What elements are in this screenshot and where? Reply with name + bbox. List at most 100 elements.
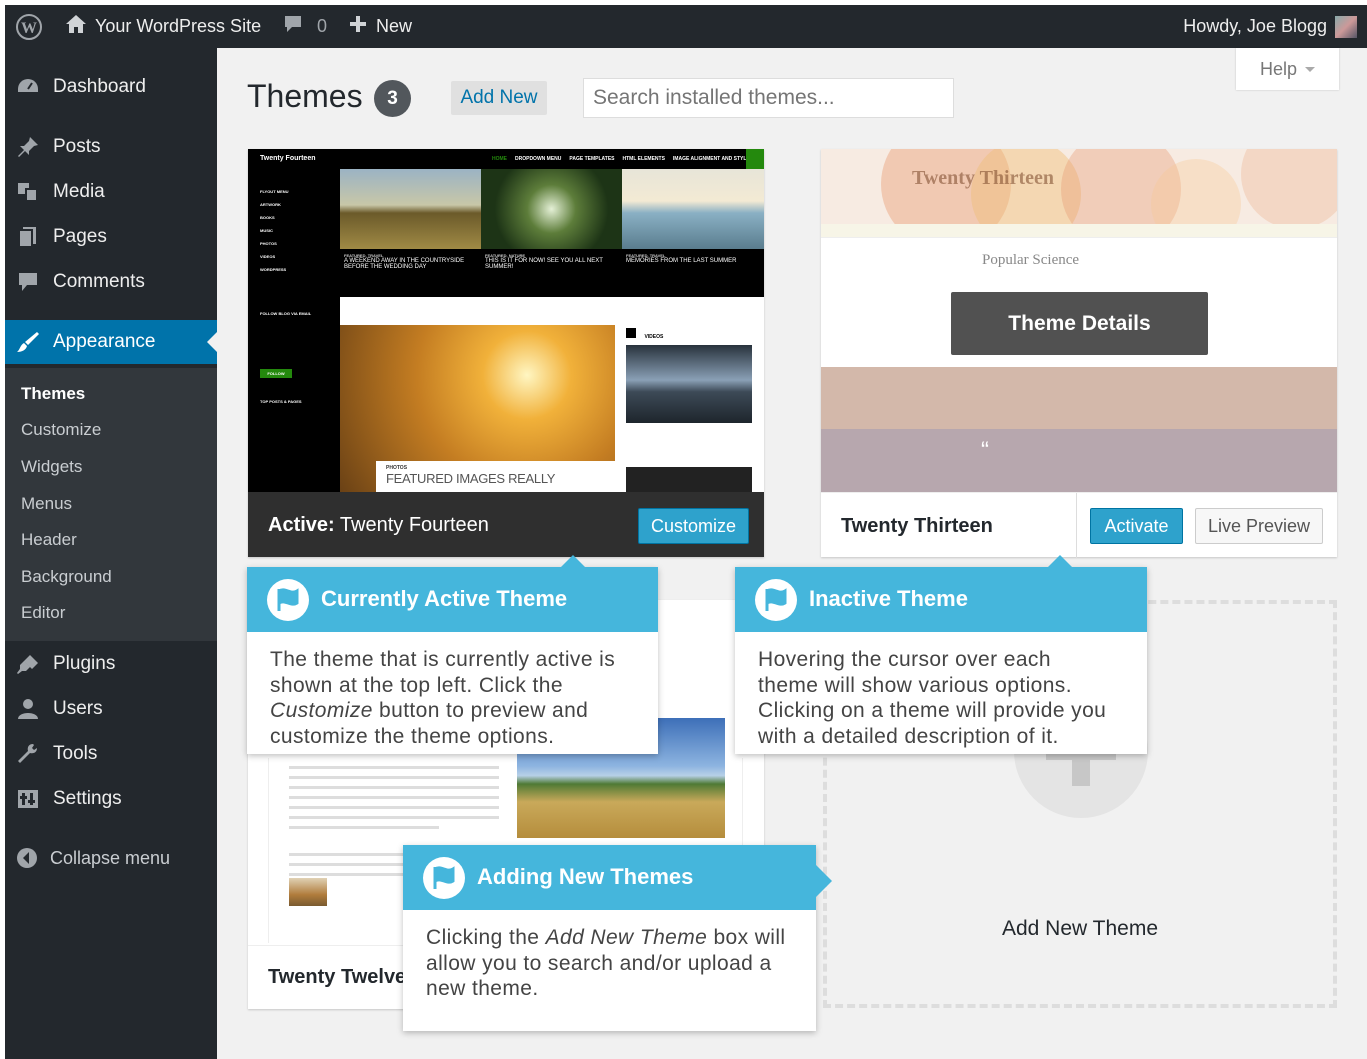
customize-button[interactable]: Customize bbox=[638, 508, 749, 544]
activate-button[interactable]: Activate bbox=[1090, 508, 1183, 544]
preview-side-item: WORDPRESS bbox=[260, 267, 287, 272]
callout-line: new theme. bbox=[426, 977, 539, 1000]
preview-post-strip: FEATURED, TRAVEL A WEEKEND AWAY IN THE CO… bbox=[340, 249, 764, 297]
preview-photo-pier bbox=[622, 169, 764, 249]
sidebar-item-label: Dashboard bbox=[53, 76, 146, 97]
preview-side-menu: FLYOUT MENU ARTWORK BOOKS MUSIC PHOTOS V… bbox=[248, 169, 340, 492]
active-theme-screenshot: Twenty Fourteen HOME DROPDOWN MENU PAGE … bbox=[248, 149, 764, 492]
callout-line: allow you to search and/or upload a bbox=[426, 951, 772, 975]
callout-pointer bbox=[816, 865, 832, 897]
wordpress-logo-icon[interactable]: W bbox=[15, 5, 43, 48]
callout-line: The theme that is currently active is bbox=[270, 648, 616, 671]
flag-icon bbox=[267, 579, 309, 621]
search-themes-input[interactable] bbox=[583, 78, 954, 118]
add-new-button[interactable]: Add New bbox=[451, 81, 547, 115]
callout-pointer bbox=[561, 555, 585, 567]
sidebar-item-comments[interactable]: Comments bbox=[5, 260, 217, 304]
inactive-theme-card[interactable]: Twenty Thirteen Popular Science “ Theme … bbox=[821, 149, 1337, 558]
preview-post-title: Popular Science bbox=[982, 252, 1080, 268]
submenu-item-menus[interactable]: Menus bbox=[21, 494, 72, 514]
submenu-item-widgets[interactable]: Widgets bbox=[21, 457, 82, 477]
sidebar-item-plugins[interactable]: Plugins bbox=[5, 642, 217, 686]
sidebar-item-media[interactable]: Media bbox=[5, 170, 217, 214]
submenu-item-header[interactable]: Header bbox=[21, 530, 77, 550]
sidebar-item-settings[interactable]: Settings bbox=[5, 777, 217, 821]
preview-videos-header: VIDEOS bbox=[626, 325, 752, 340]
site-name-link[interactable]: Your WordPress Site bbox=[65, 5, 261, 48]
users-icon bbox=[16, 698, 40, 720]
preview-search-icon bbox=[746, 149, 764, 169]
preview-post-title: THIS IS IT FOR NOW! SEE YOU ALL NEXT SUM… bbox=[485, 258, 603, 270]
submenu-item-themes[interactable]: Themes bbox=[21, 384, 85, 404]
preview-site-title: Twenty Thirteen bbox=[912, 167, 1055, 189]
preview-nav-item: HTML ELEMENTS bbox=[622, 156, 665, 162]
callout-line: theme will show various options. bbox=[758, 673, 1072, 697]
preview-nav-item: PAGE TEMPLATES bbox=[569, 156, 615, 162]
inactive-theme-footer: Twenty Thirteen Activate Live Preview bbox=[821, 492, 1337, 558]
preview-side-item: VIDEOS bbox=[260, 254, 276, 259]
active-theme-card[interactable]: Twenty Fourteen HOME DROPDOWN MENU PAGE … bbox=[248, 149, 764, 557]
quote-icon: “ bbox=[981, 437, 989, 464]
sidebar-item-pages[interactable]: Pages bbox=[5, 215, 217, 259]
media-icon bbox=[16, 181, 40, 203]
active-theme-footer: Active: Twenty Fourteen Customize bbox=[248, 492, 764, 557]
submenu-item-customize[interactable]: Customize bbox=[21, 420, 101, 440]
comment-icon bbox=[16, 271, 40, 293]
callout-line: with a detailed description of it. bbox=[758, 724, 1059, 748]
wordpress-window: W Your WordPress Site 0 New Howdy, Joe B… bbox=[5, 5, 1367, 1059]
site-name: Your WordPress Site bbox=[95, 16, 262, 36]
preview-nav-item: HOME bbox=[492, 156, 507, 162]
sidebar-item-users[interactable]: Users bbox=[5, 687, 217, 731]
wrench-icon bbox=[16, 743, 40, 765]
preview-side-item: MUSIC bbox=[260, 228, 273, 233]
howdy-text: Howdy, Joe Blogg bbox=[1183, 16, 1327, 36]
sidebar-item-label: Posts bbox=[53, 136, 101, 157]
callout-line: Clicking on a theme will provide you bbox=[758, 699, 1107, 722]
preview-nav bbox=[821, 224, 1337, 238]
callout-text: button to preview and bbox=[372, 699, 589, 722]
sidebar-item-dashboard[interactable]: Dashboard bbox=[5, 65, 217, 109]
preview-header-bg bbox=[821, 149, 1337, 224]
submenu-item-background[interactable]: Background bbox=[21, 567, 112, 587]
active-theme-name: Active: Twenty Fourteen bbox=[268, 514, 489, 537]
sidebar-item-label: Plugins bbox=[53, 653, 116, 674]
settings-icon bbox=[16, 788, 40, 810]
callout-header: Currently Active Theme bbox=[247, 567, 658, 632]
preview-follow-heading: FOLLOW BLOG VIA EMAIL bbox=[260, 311, 312, 316]
callout-body: The theme that is currently active is sh… bbox=[270, 647, 640, 749]
callout-active-theme: Currently Active Theme The theme that is… bbox=[247, 555, 658, 754]
new-label: New bbox=[376, 16, 413, 36]
avatar bbox=[1335, 15, 1357, 38]
preview-topbar: Twenty Fourteen HOME DROPDOWN MENU PAGE … bbox=[248, 149, 764, 169]
preview-side-item: ARTWORK bbox=[260, 202, 281, 207]
sidebar-item-appearance[interactable]: Appearance bbox=[5, 320, 217, 364]
pages-icon bbox=[16, 226, 40, 248]
preview-video-thumb-2 bbox=[626, 467, 752, 492]
comments-count: 0 bbox=[317, 16, 328, 36]
sidebar-item-tools[interactable]: Tools bbox=[5, 732, 217, 776]
sidebar-item-posts[interactable]: Posts bbox=[5, 125, 217, 169]
my-account-link[interactable]: Howdy, Joe Blogg bbox=[1183, 5, 1357, 48]
theme-details-overlay[interactable]: Theme Details bbox=[951, 292, 1208, 355]
preview-side-item: BOOKS bbox=[260, 215, 275, 220]
comments-link[interactable]: 0 bbox=[283, 5, 327, 48]
sidebar-item-label: Tools bbox=[53, 743, 98, 764]
callout-title: Currently Active Theme bbox=[321, 586, 568, 611]
preview-nav-item: DROPDOWN MENU bbox=[515, 156, 562, 162]
sidebar-item-label: Pages bbox=[53, 226, 107, 247]
submenu-item-editor[interactable]: Editor bbox=[21, 603, 65, 623]
collapse-arrow-icon bbox=[16, 847, 40, 869]
preview-videos-label: VIDEOS bbox=[644, 334, 664, 340]
comment-bubble-icon bbox=[283, 14, 303, 39]
callout-inactive-theme: Inactive Theme Hovering the cursor over … bbox=[735, 555, 1147, 754]
twenty-twelve-name: Twenty Twelve bbox=[268, 966, 407, 988]
live-preview-button[interactable]: Live Preview bbox=[1195, 508, 1323, 544]
new-content-link[interactable]: New bbox=[348, 5, 412, 48]
collapse-menu-button[interactable]: Collapse menu bbox=[5, 836, 217, 880]
svg-text:W: W bbox=[21, 20, 37, 37]
callout-text: Clicking the bbox=[426, 926, 546, 949]
active-prefix: Active: bbox=[268, 514, 335, 536]
help-tab[interactable]: Help bbox=[1236, 48, 1339, 90]
active-name: Twenty Fourteen bbox=[339, 514, 489, 536]
admin-sidebar: Dashboard Posts Media Pages Comments App… bbox=[5, 48, 217, 1059]
